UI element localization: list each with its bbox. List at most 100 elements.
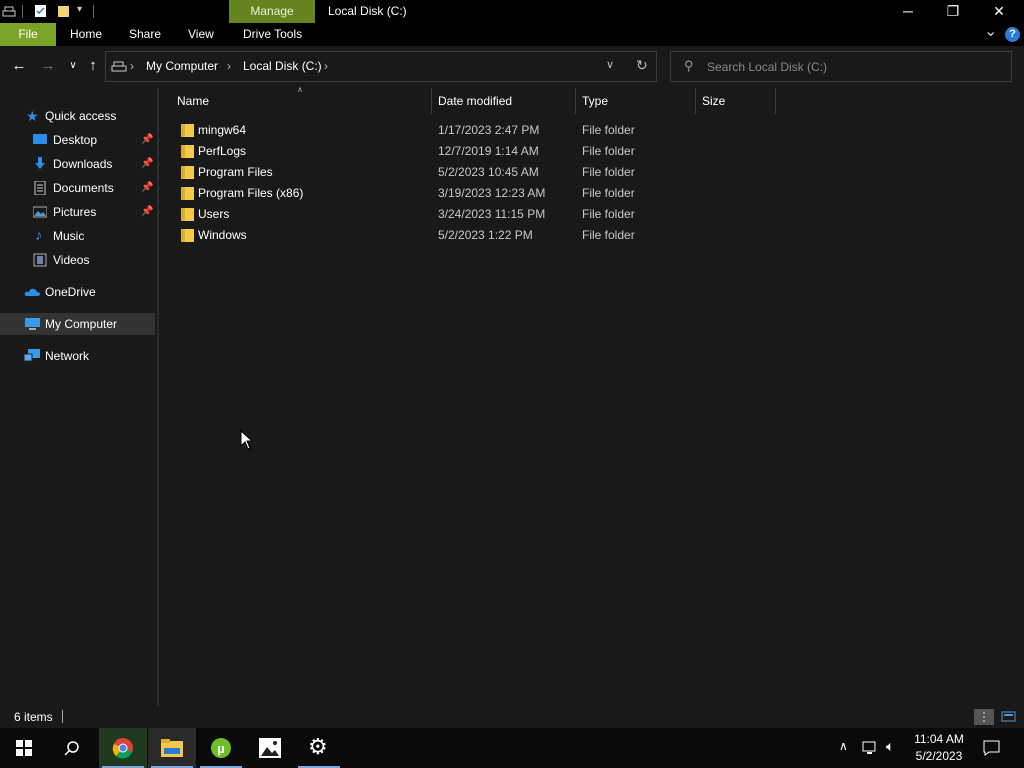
search-box[interactable]: ⚲ [670, 51, 1012, 82]
title-bar: ▾ Manage Local Disk (C:) ─ ❐ ✕ [0, 0, 1024, 23]
folder-icon [181, 145, 194, 158]
file-row[interactable]: Program Files 5/2/2023 10:45 AM File fol… [173, 162, 673, 183]
taskbar-utorrent[interactable]: µ [197, 728, 245, 768]
tab-view[interactable]: View [188, 23, 214, 46]
up-button[interactable]: ↑ [83, 56, 103, 76]
nav-label: Network [45, 349, 90, 363]
tab-home[interactable]: Home [70, 23, 102, 46]
volume-icon[interactable]: 🔈︎ [886, 738, 894, 755]
file-date-modified: 1/17/2023 2:47 PM [438, 123, 540, 137]
qa-separator [93, 5, 94, 18]
nav-label: Pictures [53, 205, 97, 219]
tab-manage[interactable]: Manage [229, 0, 315, 23]
file-name: PerfLogs [198, 144, 247, 158]
clock-date: 5/2/2023 [915, 749, 963, 763]
large-icons-view-icon [1001, 711, 1016, 722]
pin-icon[interactable]: 📌 [141, 177, 153, 199]
tab-share[interactable]: Share [129, 23, 161, 46]
nav-pictures[interactable]: Pictures 📌 [0, 201, 155, 223]
file-list: ∧ Name Date modified Type Size mingw64 1… [159, 85, 1024, 706]
drive-icon [111, 61, 127, 72]
tab-file[interactable]: File [0, 23, 56, 46]
nav-my-computer[interactable]: My Computer [0, 313, 155, 335]
column-header-size[interactable]: Size [702, 94, 725, 108]
taskbar-chrome[interactable] [99, 728, 147, 768]
music-note-icon: ♪ [35, 227, 43, 244]
back-button[interactable]: ← [9, 56, 29, 76]
restore-button[interactable]: ❐ [930, 0, 976, 23]
file-type: File folder [582, 207, 635, 221]
file-row[interactable]: Users 3/24/2023 11:15 PM File folder [173, 204, 673, 225]
search-input[interactable] [707, 57, 997, 77]
computer-icon [25, 318, 40, 330]
show-hidden-icons-icon[interactable]: ∧ [839, 739, 848, 753]
minimize-button[interactable]: ─ [885, 0, 931, 23]
pin-icon[interactable]: 📌 [141, 153, 153, 175]
column-header-type[interactable]: Type [582, 94, 608, 108]
refresh-icon[interactable]: ↻ [636, 57, 648, 74]
column-divider[interactable] [575, 88, 576, 114]
taskbar-settings[interactable]: ⚙ [295, 728, 343, 768]
forward-arrow-icon: → [40, 57, 56, 74]
taskbar-photos[interactable] [246, 728, 294, 768]
nav-label: Music [53, 229, 85, 243]
file-name: Program Files (x86) [198, 186, 304, 200]
column-header-name[interactable]: Name [177, 94, 209, 108]
pictures-icon [33, 206, 47, 218]
new-folder-icon[interactable] [57, 4, 70, 18]
file-type: File folder [582, 123, 635, 137]
nav-downloads[interactable]: Downloads 📌 [0, 153, 155, 175]
tab-drive-tools[interactable]: Drive Tools [243, 23, 302, 46]
column-header-date-modified[interactable]: Date modified [438, 94, 512, 108]
file-row[interactable]: PerfLogs 12/7/2019 1:14 AM File folder [173, 141, 673, 162]
ribbon-collapse-icon[interactable]: ⌄ [984, 21, 997, 41]
breadcrumb-my-computer[interactable]: My Computer [146, 52, 218, 81]
qa-separator [22, 5, 23, 18]
network-icon [24, 349, 40, 362]
status-separator [62, 710, 63, 723]
start-button[interactable] [0, 728, 48, 768]
pin-icon[interactable]: 📌 [141, 129, 153, 151]
column-divider[interactable] [775, 88, 776, 114]
recent-locations-button[interactable]: ∨ [63, 56, 83, 76]
qa-customize-icon[interactable]: ▾ [77, 4, 82, 15]
breadcrumb-local-disk[interactable]: Local Disk (C:) [243, 52, 322, 81]
taskbar-search-button[interactable] [48, 728, 96, 768]
taskbar-clock[interactable]: 11:04 AM 5/2/2023 [906, 731, 972, 765]
nav-label: Desktop [53, 133, 98, 147]
search-icon [64, 741, 79, 756]
address-dropdown-icon[interactable]: ∨ [606, 58, 614, 71]
nav-desktop[interactable]: Desktop 📌 [0, 129, 155, 151]
file-row[interactable]: mingw64 1/17/2023 2:47 PM File folder [173, 120, 673, 141]
nav-label: My Computer [45, 317, 118, 331]
properties-icon[interactable] [34, 4, 47, 18]
notifications-icon[interactable] [983, 740, 1000, 756]
minimize-icon: ─ [903, 3, 913, 19]
up-arrow-icon: ↑ [89, 57, 97, 74]
folder-icon [181, 124, 194, 137]
forward-button[interactable]: → [38, 56, 58, 76]
close-button[interactable]: ✕ [976, 0, 1022, 23]
start-icon [16, 740, 32, 756]
column-divider[interactable] [695, 88, 696, 114]
file-row[interactable]: Windows 5/2/2023 1:22 PM File folder [173, 225, 673, 246]
pin-icon[interactable]: 📌 [141, 201, 153, 223]
taskbar-file-explorer[interactable] [148, 728, 196, 768]
nav-documents[interactable]: Documents 📌 [0, 177, 155, 199]
details-view-button[interactable] [974, 709, 994, 725]
chevron-down-icon: ∨ [69, 60, 77, 71]
nav-music[interactable]: ♪ Music [0, 225, 155, 247]
video-film-icon [33, 253, 47, 267]
file-row[interactable]: Program Files (x86) 3/19/2023 12:23 AM F… [173, 183, 673, 204]
mouse-cursor-icon [240, 430, 254, 450]
address-bar[interactable]: › My Computer › Local Disk (C:) › ∨ ↻ [105, 51, 657, 82]
network-tray-icon[interactable] [862, 741, 879, 755]
column-divider[interactable] [431, 88, 432, 114]
nav-quick-access[interactable]: ★ Quick access [0, 105, 155, 127]
help-icon[interactable]: ? [1005, 27, 1020, 42]
large-icons-view-button[interactable] [999, 709, 1019, 725]
nav-onedrive[interactable]: OneDrive [0, 281, 155, 303]
folder-icon [181, 208, 194, 221]
nav-network[interactable]: Network [0, 345, 155, 367]
nav-videos[interactable]: Videos [0, 249, 155, 271]
